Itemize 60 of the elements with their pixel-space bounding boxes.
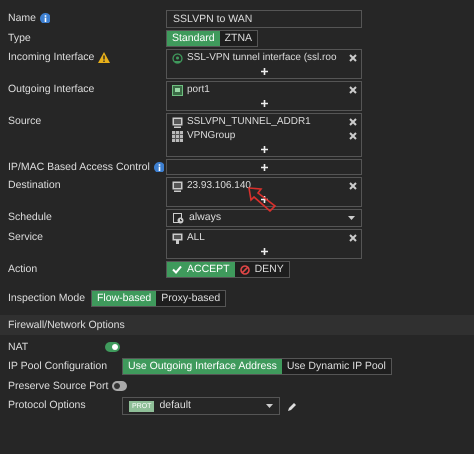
entry-text: VPNGroup <box>187 129 236 143</box>
service-icon <box>172 232 183 244</box>
field-label: Protocol Options <box>8 398 87 413</box>
entry-text: SSLVPN_TUNNEL_ADDR1 <box>187 115 312 129</box>
select-field[interactable]: always <box>166 209 362 227</box>
entry-text: port1 <box>187 83 211 97</box>
deny-icon <box>240 264 250 274</box>
field-label: Service <box>8 230 44 245</box>
field-label: Action <box>8 262 38 277</box>
add-icon[interactable] <box>261 196 268 203</box>
remove-icon[interactable] <box>349 132 357 140</box>
segment-option[interactable]: ACCEPT <box>167 262 235 277</box>
tunnel-icon <box>172 52 183 64</box>
select-value: default <box>159 398 192 414</box>
remove-icon[interactable] <box>349 118 357 126</box>
calendar-clock-icon <box>173 212 184 224</box>
segment-option[interactable]: Flow-based <box>92 291 156 306</box>
address-icon <box>172 180 183 192</box>
add-icon[interactable] <box>261 68 268 75</box>
field-label: Name <box>8 11 36 26</box>
field-label: IP/MAC Based Access Control <box>8 160 150 175</box>
segment-option[interactable]: Use Outgoing Interface Address <box>123 359 282 374</box>
add-icon[interactable] <box>261 164 268 171</box>
entry-text: 23.93.106.140 <box>187 179 252 193</box>
toggle-switch[interactable] <box>112 381 128 391</box>
check-icon <box>172 265 182 274</box>
remove-icon[interactable] <box>349 86 357 94</box>
segment-option[interactable]: ZTNA <box>220 31 258 46</box>
field-label: Destination <box>8 178 61 193</box>
segment-option[interactable]: DENY <box>234 262 289 277</box>
text-field[interactable]: SSLVPN to WAN <box>166 10 362 28</box>
add-icon[interactable] <box>261 100 268 107</box>
segment-option[interactable]: Standard <box>167 31 220 46</box>
toggle-switch[interactable] <box>105 342 120 352</box>
address-icon <box>172 116 183 128</box>
segment-option[interactable]: Proxy-based <box>156 291 226 306</box>
field-label: Source <box>8 114 42 129</box>
field-label: Outgoing Interface <box>8 82 94 97</box>
add-icon[interactable] <box>261 248 268 255</box>
remove-icon[interactable] <box>349 234 357 242</box>
field-label: Incoming Interface <box>8 50 94 65</box>
field-label: Inspection Mode <box>8 291 86 306</box>
field-label: Type <box>8 31 31 46</box>
entry-text: SSL-VPN tunnel interface (ssl.roo <box>187 51 338 65</box>
field-label: IP Pool Configuration <box>8 359 108 374</box>
entry-text: ALL <box>187 231 206 245</box>
segment-option[interactable]: Use Dynamic IP Pool <box>282 359 391 374</box>
remove-icon[interactable] <box>349 54 357 62</box>
caret-icon <box>266 404 273 408</box>
caret-icon <box>348 216 355 220</box>
remove-icon[interactable] <box>349 182 357 190</box>
select-value: always <box>189 210 222 226</box>
field-label: NAT <box>8 340 30 355</box>
pencil-icon[interactable] <box>287 402 297 412</box>
field-label: Schedule <box>8 210 52 225</box>
add-icon[interactable] <box>261 146 268 153</box>
field-label: Preserve Source Port <box>8 379 108 394</box>
section-header: Firewall/Network Options <box>0 315 474 335</box>
group-icon <box>172 130 183 142</box>
port-icon <box>172 84 183 96</box>
